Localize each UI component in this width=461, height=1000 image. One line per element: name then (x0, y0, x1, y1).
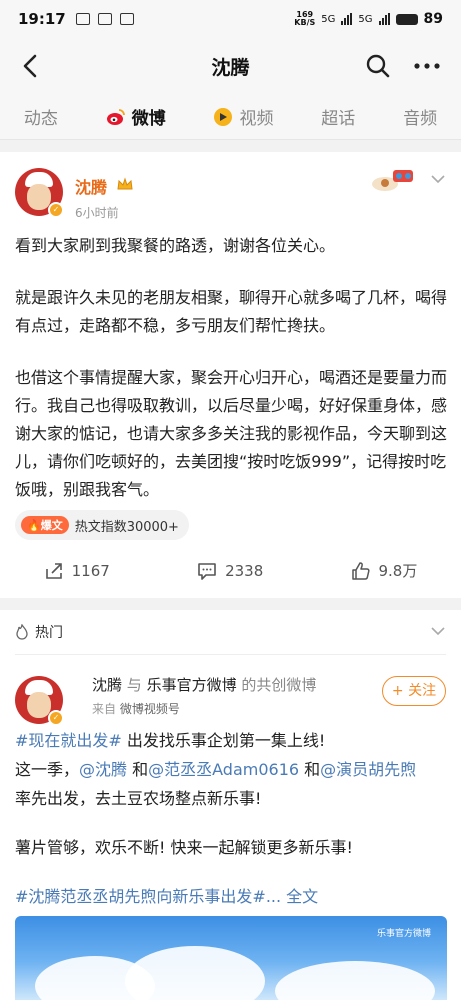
weibo-logo-icon (106, 108, 125, 125)
post-paragraph: 看到大家刷到我聚餐的路透，谢谢各位关心。 (15, 236, 336, 255)
co-author-name[interactable]: 乐事官方微博 (147, 676, 237, 694)
signal-icon-2 (378, 13, 390, 25)
like-button[interactable]: 9.8万 (351, 560, 418, 581)
tab-weibo[interactable]: 微博 (106, 104, 166, 129)
comment-count: 2338 (225, 561, 264, 580)
verified-badge-icon: ✓ (48, 710, 64, 726)
post-time: 6小时前 (75, 206, 119, 220)
hashtag-link[interactable]: #沈腾范丞丞胡先煦向新乐事出发#... (15, 887, 281, 906)
tab-video[interactable]: 视频 (213, 104, 273, 129)
status-notification-icons (75, 13, 134, 25)
divider (15, 654, 446, 655)
battery-level: 89 (423, 11, 443, 27)
search-icon[interactable] (365, 53, 391, 79)
expand-full-text-link[interactable]: 全文 (281, 887, 318, 906)
face-shape (27, 692, 51, 718)
signal-label-2: 5G (358, 13, 373, 25)
share-icon (45, 562, 62, 579)
mention-link[interactable]: @沈腾 (79, 760, 127, 779)
hot-post-card: 热门 ✓ 沈腾 与 乐事官方微博 的共创微博 来自 微博视频号 + 关注 #现在… (0, 610, 461, 1000)
more-icon[interactable] (413, 53, 441, 79)
app-icon (119, 13, 134, 25)
comment-icon (198, 562, 216, 580)
hashtag-link[interactable]: #现在就出发# (15, 731, 122, 750)
mention-link[interactable]: @范丞丞Adam0616 (148, 760, 299, 779)
post-actions: 1167 2338 9.8万 (0, 560, 461, 581)
back-arrow-icon[interactable] (18, 53, 44, 79)
top-nav-bar: 沈腾 (0, 38, 461, 94)
profile-tabs: 动态 微博 视频 超话 音频 (0, 94, 461, 140)
signal-icon (341, 13, 353, 25)
video-watermark: 乐事官方微博 (376, 929, 431, 939)
status-time: 19:17 (18, 10, 66, 28)
chevron-down-icon[interactable] (431, 174, 445, 184)
decoration-card-icon[interactable] (369, 164, 423, 194)
repost-button[interactable]: 1167 (44, 561, 110, 581)
repost-count: 1167 (71, 561, 110, 580)
page-title: 沈腾 (211, 56, 250, 79)
post-paragraph: 也借这个事情提醒大家，聚会开心归开心，喝酒还是要量力而行。我自己也得吸取教训，以… (15, 368, 448, 499)
like-count: 9.8万 (378, 562, 418, 580)
status-right: 169 KB/S 5G 5G 89 (294, 10, 443, 28)
video-thumbnail[interactable]: 乐事官方微博 (15, 916, 447, 1000)
battery-icon (395, 13, 418, 25)
crown-icon (117, 177, 133, 190)
hot-index-tag[interactable]: 🔥爆文 热文指数30000+ (15, 510, 189, 540)
image-icon (75, 13, 90, 25)
message-icon (97, 13, 112, 25)
thumbs-up-icon (351, 561, 370, 580)
hot-post-body: #现在就出发# 出发找乐事企划第一集上线! 这一季，@沈腾 和@范丞丞Adam0… (15, 726, 447, 911)
chevron-down-icon[interactable] (431, 626, 445, 636)
cloud-shape (275, 961, 435, 1000)
tab-dynamics[interactable]: 动态 (24, 104, 58, 129)
flame-icon (16, 624, 28, 640)
mention-link[interactable]: @演员胡先煦 (320, 760, 416, 779)
post-source: 来自 微博视频号 (92, 702, 180, 716)
cloud-shape (125, 946, 265, 1000)
status-bar: 19:17 169 KB/S 5G 5G 89 (0, 0, 461, 38)
post-paragraph: 就是跟许久未见的老朋友相聚，聊得开心就多喝了几杯，喝得有点过，走路都不稳，多亏朋… (15, 288, 448, 335)
hot-badge: 🔥爆文 (21, 516, 69, 534)
post-line: #现在就出发# 出发找乐事企划第一集上线! 这一季，@沈腾 和@范丞丞Adam0… (15, 731, 417, 808)
signal-label-1: 5G (321, 13, 336, 25)
author-name[interactable]: 沈腾 (75, 174, 107, 198)
post-line: 薯片管够，欢乐不断! 快来一起解锁更多新乐事! (15, 838, 353, 857)
hot-section-header: 热门 (15, 622, 63, 642)
face-shape (27, 184, 51, 210)
co-author-line: 沈腾 与 乐事官方微博 的共创微博 (92, 676, 317, 694)
video-channel-icon (214, 107, 233, 126)
weibo-post-card: ✓ 沈腾 6小时前 看到大家刷到我聚餐的路透，谢谢各位关心。 就是跟许久未见的老… (0, 152, 461, 598)
tab-super-topic[interactable]: 超话 (321, 104, 355, 129)
follow-button[interactable]: + 关注 (382, 676, 446, 706)
author-name[interactable]: 沈腾 (92, 676, 122, 694)
post-body: 看到大家刷到我聚餐的路透，谢谢各位关心。 就是跟许久未见的老朋友相聚，聊得开心就… (15, 232, 447, 504)
comment-button[interactable]: 2338 (197, 561, 263, 581)
tab-audio[interactable]: 音频 (403, 104, 437, 129)
verified-badge-icon: ✓ (48, 202, 64, 218)
network-speed: 169 KB/S (294, 10, 316, 27)
hot-index-text: 热文指数30000+ (74, 519, 179, 535)
post-line: #沈腾范丞丞胡先煦向新乐事出发#... 全文 (15, 882, 447, 911)
